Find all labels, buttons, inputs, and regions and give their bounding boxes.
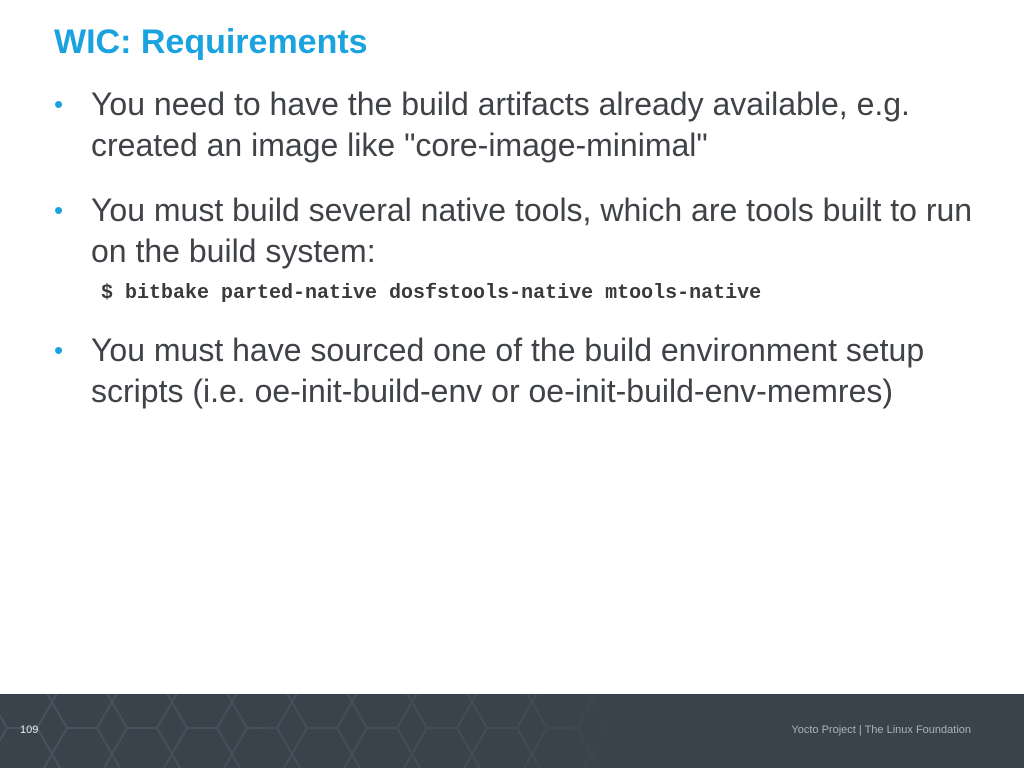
- slide-title: WIC: Requirements: [54, 23, 368, 61]
- bullet-text: You must build several native tools, whi…: [91, 192, 973, 269]
- bullet-item: • You need to have the build artifacts a…: [54, 84, 984, 166]
- code-command: $ bitbake parted-native dosfstools-nativ…: [101, 282, 762, 305]
- bullet-icon: •: [54, 195, 64, 225]
- bullet-icon: •: [54, 335, 64, 365]
- slide: WIC: Requirements • You need to have the…: [0, 0, 1024, 768]
- bullet-text: You need to have the build artifacts alr…: [91, 86, 910, 163]
- footer-credit: Yocto Project | The Linux Foundation: [791, 724, 971, 736]
- bullet-item: • You must build several native tools, w…: [54, 190, 984, 306]
- bullet-item: • You must have sourced one of the build…: [54, 330, 984, 412]
- bullet-list: • You need to have the build artifacts a…: [54, 84, 984, 436]
- bullet-icon: •: [54, 89, 64, 119]
- bullet-text: You must have sourced one of the build e…: [91, 332, 925, 409]
- footer-bar: 109 Yocto Project | The Linux Foundation: [0, 694, 1024, 768]
- page-number: 109: [20, 724, 39, 736]
